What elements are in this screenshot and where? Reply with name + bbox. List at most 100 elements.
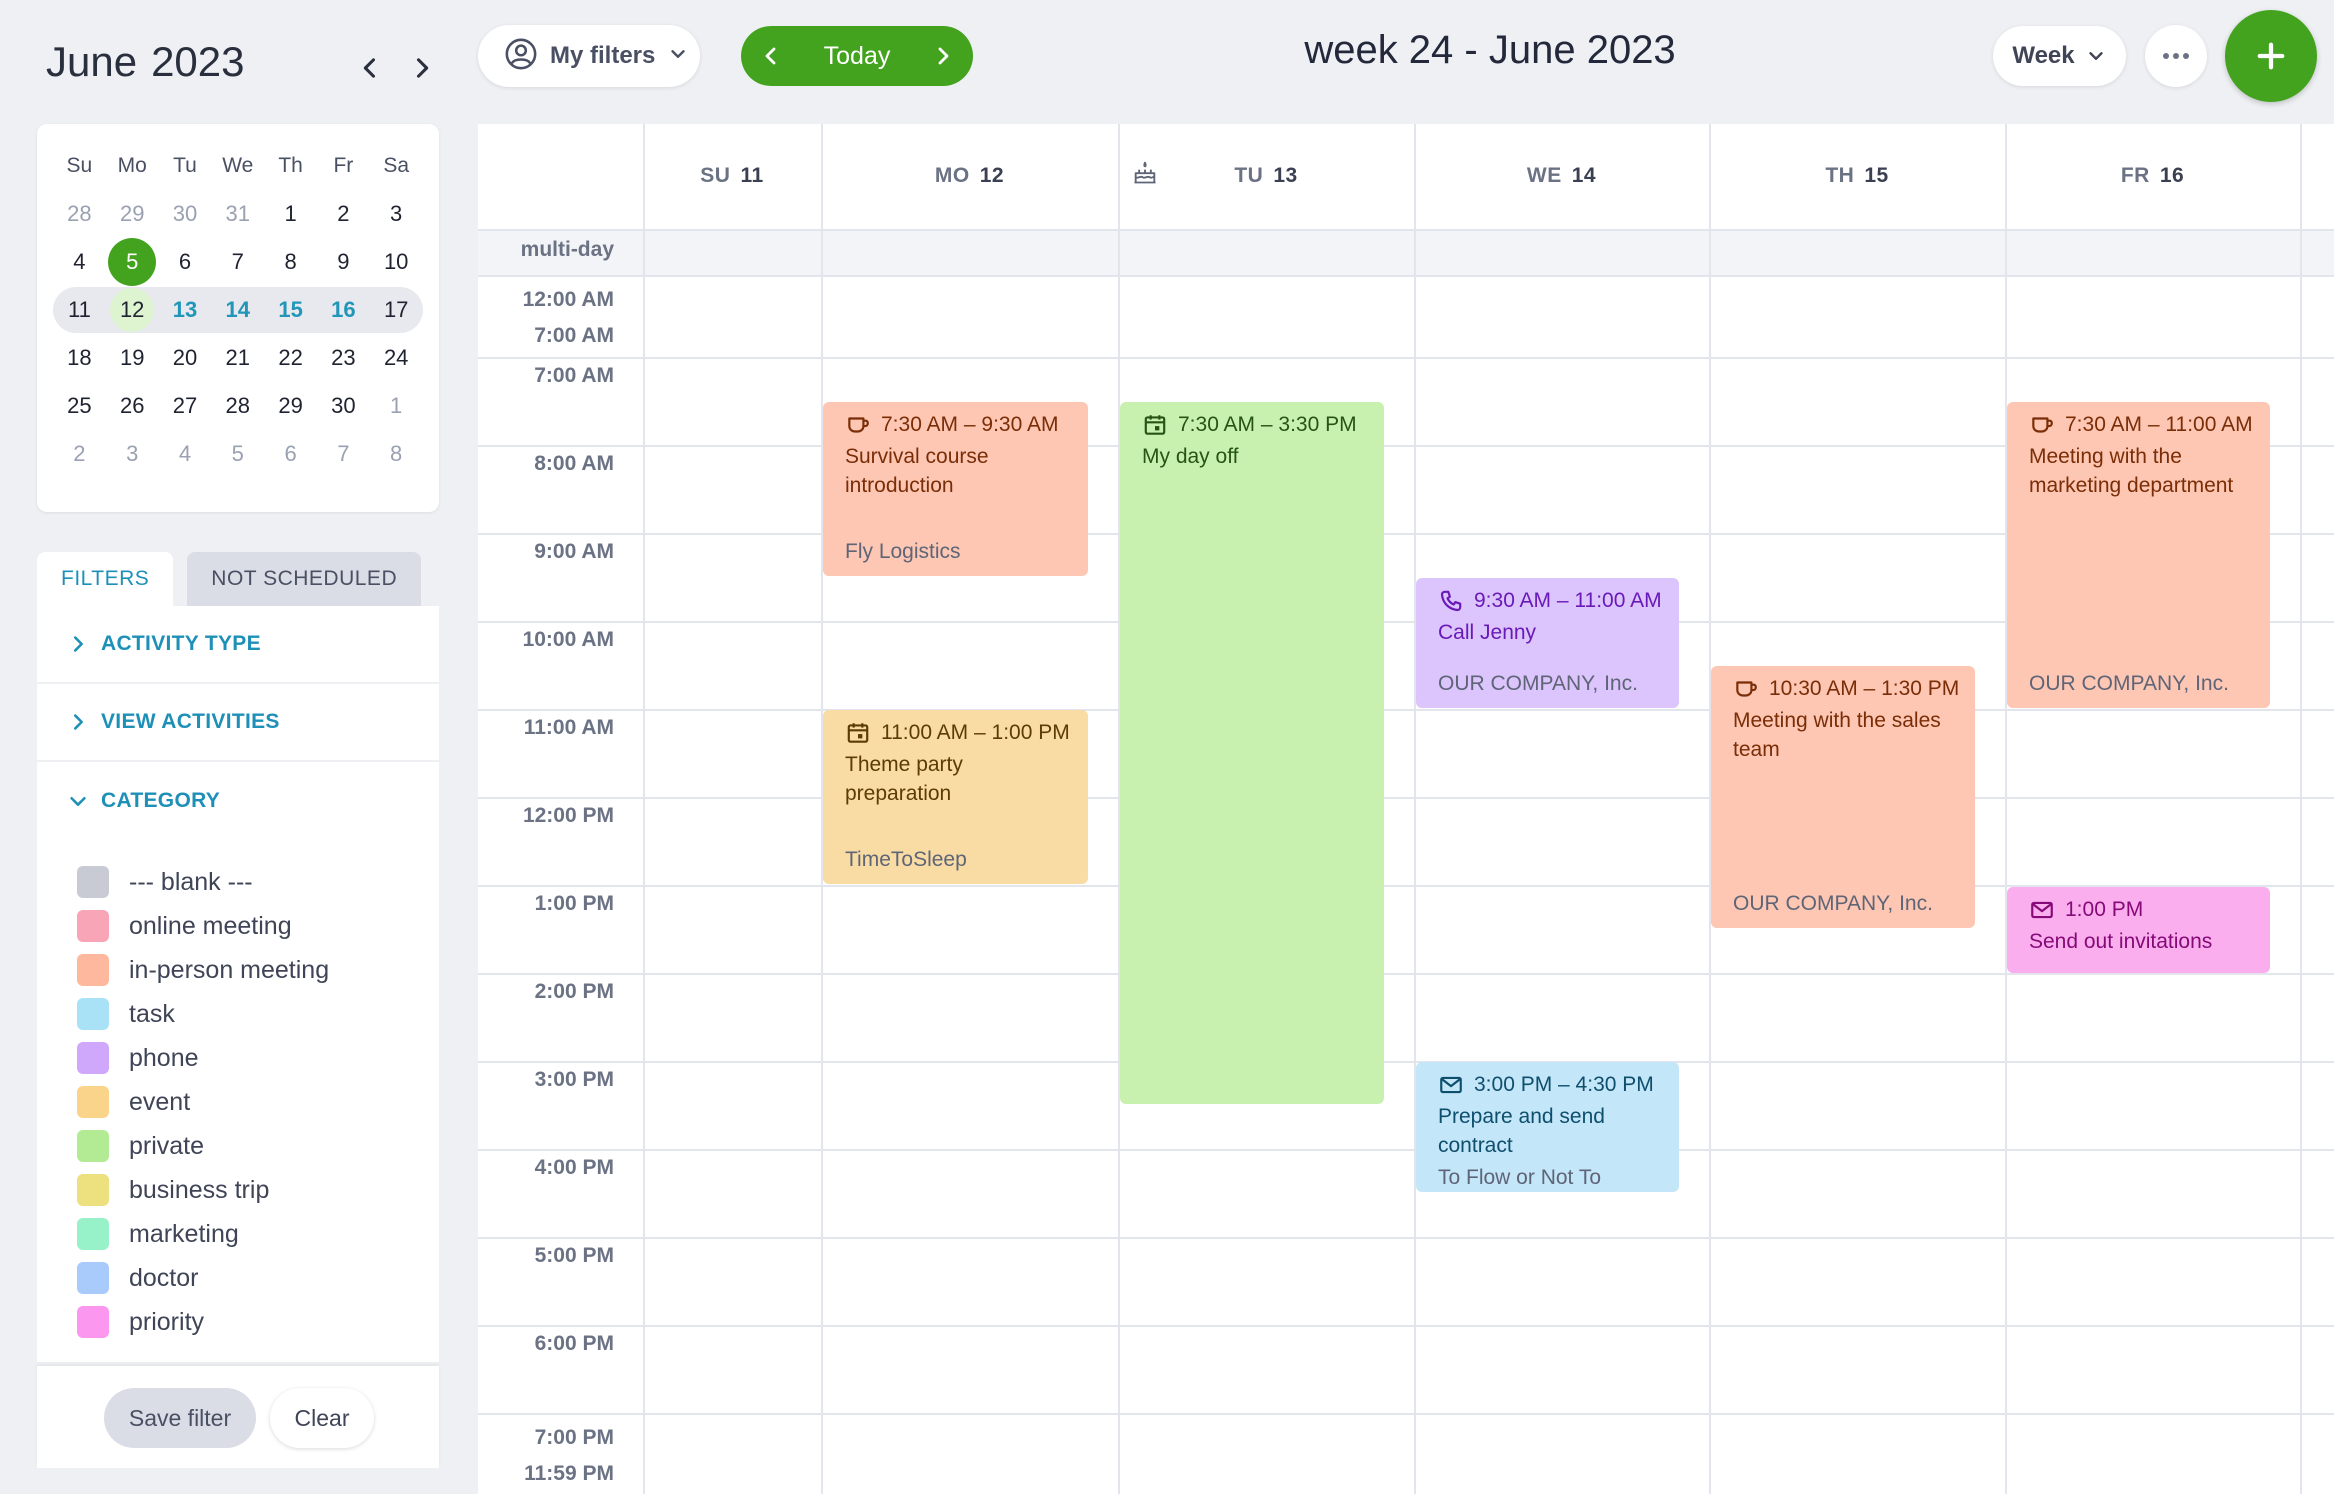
more-options-button[interactable] [2145,25,2207,87]
mini-calendar-day[interactable]: 3 [106,441,159,467]
category-swatch[interactable] [77,1306,109,1338]
mini-calendar-day[interactable]: 21 [211,345,264,371]
time-label: 11:00 AM [523,716,614,739]
mini-calendar-next-button[interactable] [402,48,442,88]
mini-calendar-day-today[interactable]: 5 [106,238,159,286]
day-header-friday[interactable]: FR 16 [2005,164,2300,198]
category-filter-item[interactable]: in-person meeting [77,948,329,992]
mini-calendar-day[interactable]: 10 [370,249,423,275]
mini-calendar-day[interactable]: 11 [53,297,106,323]
event-time: 7:30 AM – 9:30 AM [881,413,1059,436]
prev-week-button[interactable] [741,26,801,86]
next-week-button[interactable] [913,26,973,86]
category-swatch[interactable] [77,910,109,942]
mini-calendar-day[interactable]: 29 [106,201,159,227]
category-swatch[interactable] [77,1262,109,1294]
category-swatch[interactable] [77,998,109,1030]
event-call-jenny[interactable]: 9:30 AM – 11:00 AM Call Jenny OUR COMPAN… [1416,578,1679,708]
mini-calendar-day[interactable]: 7 [211,249,264,275]
category-label: private [129,1131,205,1160]
category-filter-item[interactable]: private [77,1124,329,1168]
chevron-down-icon [2088,52,2103,60]
mini-calendar-day-selected[interactable]: 12 [106,288,159,332]
category-filter-item[interactable]: phone [77,1036,329,1080]
day-header-tuesday[interactable]: TU 13 [1118,164,1414,198]
mini-calendar-day[interactable]: 6 [159,249,212,275]
mini-calendar-day[interactable]: 13 [159,297,212,323]
mini-calendar-day[interactable]: 15 [264,297,317,323]
mini-calendar-day[interactable]: 20 [159,345,212,371]
mini-calendar-day[interactable]: 1 [370,393,423,419]
mini-calendar-day[interactable]: 24 [370,345,423,371]
event-send-invitations[interactable]: 1:00 PM Send out invitations [2007,887,2270,973]
multi-day-row[interactable] [478,230,2334,276]
event-day-off[interactable]: 7:30 AM – 3:30 PM My day off [1120,402,1384,1104]
category-filter-item[interactable]: online meeting [77,904,329,948]
today-button[interactable]: Today [824,42,891,71]
mini-calendar-day[interactable]: 2 [317,201,370,227]
event-survival-course[interactable]: 7:30 AM – 9:30 AM Survival course introd… [823,402,1088,576]
mini-calendar-day[interactable]: 2 [53,441,106,467]
category-filter-item[interactable]: task [77,992,329,1036]
mini-calendar-day[interactable]: 28 [53,201,106,227]
mini-calendar-day[interactable]: 8 [370,441,423,467]
category-swatch[interactable] [77,1042,109,1074]
tab-filters[interactable]: FILTERS [37,552,174,606]
clear-button[interactable]: Clear [270,1388,374,1448]
category-swatch[interactable] [77,866,109,898]
event-marketing-meeting[interactable]: 7:30 AM – 11:00 AM Meeting with the mark… [2007,402,2270,708]
category-swatch[interactable] [77,954,109,986]
view-mode-select[interactable]: Week [1993,26,2126,86]
mini-calendar-day[interactable]: 3 [370,201,423,227]
category-filter-item[interactable]: doctor [77,1256,329,1300]
mini-calendar-day[interactable]: 1 [264,201,317,227]
category-filter-item[interactable]: marketing [77,1212,329,1256]
filter-panel: ACTIVITY TYPE VIEW ACTIVITIES CATEGORY -… [37,606,439,1362]
mini-calendar-day[interactable]: 31 [211,201,264,227]
filter-section-activity-type[interactable]: ACTIVITY TYPE [37,606,439,684]
mini-calendar-day[interactable]: 16 [317,297,370,323]
category-filter-item[interactable]: event [77,1080,329,1124]
mini-calendar-day[interactable]: 5 [211,441,264,467]
mini-calendar-day[interactable]: 8 [264,249,317,275]
category-filter-item[interactable]: priority [77,1300,329,1344]
mini-calendar-day[interactable]: 26 [106,393,159,419]
category-filter-item[interactable]: business trip [77,1168,329,1212]
save-filter-button[interactable]: Save filter [104,1388,256,1448]
day-header-sunday[interactable]: SU 11 [643,164,821,198]
mini-calendar-day[interactable]: 4 [53,249,106,275]
mini-calendar-day[interactable]: 22 [264,345,317,371]
mini-calendar-day[interactable]: 14 [211,297,264,323]
mini-calendar-day[interactable]: 9 [317,249,370,275]
mini-calendar-day[interactable]: 23 [317,345,370,371]
category-swatch[interactable] [77,1174,109,1206]
mini-calendar-day[interactable]: 6 [264,441,317,467]
filter-section-category[interactable]: CATEGORY [37,762,439,840]
mini-calendar-day[interactable]: 30 [317,393,370,419]
day-header-monday[interactable]: MO 12 [821,164,1118,198]
category-swatch[interactable] [77,1218,109,1250]
mini-calendar-day[interactable]: 17 [370,297,423,323]
category-filter-item[interactable]: --- blank --- [77,860,329,904]
filter-section-view-activities[interactable]: VIEW ACTIVITIES [37,684,439,762]
add-activity-button[interactable] [2225,10,2317,102]
day-header-wednesday[interactable]: WE 14 [1414,164,1709,198]
tab-not-scheduled[interactable]: NOT SCHEDULED [187,552,422,606]
event-prepare-contract[interactable]: 3:00 PM – 4:30 PM Prepare and send contr… [1416,1062,1679,1192]
mini-calendar-day[interactable]: 30 [159,201,212,227]
day-header-thursday[interactable]: TH 15 [1709,164,2005,198]
mini-calendar-day[interactable]: 28 [211,393,264,419]
mini-calendar-day[interactable]: 7 [317,441,370,467]
mini-calendar-day[interactable]: 18 [53,345,106,371]
mini-calendar-day[interactable]: 27 [159,393,212,419]
category-swatch[interactable] [77,1130,109,1162]
mini-calendar-day[interactable]: 19 [106,345,159,371]
category-swatch[interactable] [77,1086,109,1118]
mini-calendar-day[interactable]: 25 [53,393,106,419]
mini-calendar-prev-button[interactable] [350,48,390,88]
event-theme-party[interactable]: 11:00 AM – 1:00 PM Theme party preparati… [823,710,1088,884]
my-filters-button[interactable]: My filters [478,25,700,87]
mini-calendar-day[interactable]: 29 [264,393,317,419]
mini-calendar-day[interactable]: 4 [159,441,212,467]
event-sales-meeting[interactable]: 10:30 AM – 1:30 PM Meeting with the sale… [1711,666,1975,928]
